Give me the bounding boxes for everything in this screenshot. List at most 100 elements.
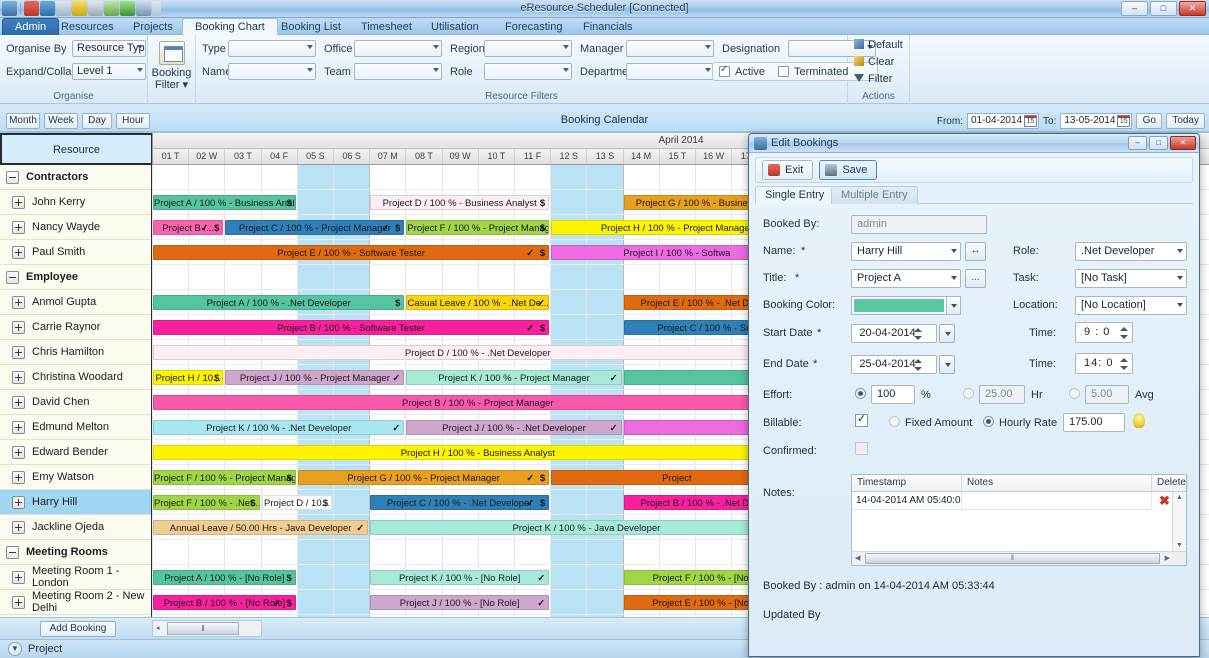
horizontal-scrollbar[interactable]: ◂ ‖ <box>152 620 262 637</box>
spinner-icon[interactable] <box>1120 326 1128 340</box>
expand-icon[interactable] <box>12 570 25 584</box>
title-combo[interactable]: Project A <box>851 269 961 288</box>
billable-checkbox[interactable] <box>855 412 868 427</box>
expand-icon[interactable] <box>12 220 25 234</box>
resource-row[interactable]: Anmol Gupta <box>0 290 151 315</box>
ribbon-tab-forecasting[interactable]: Forecasting <box>492 18 575 35</box>
effort-percent-radio[interactable] <box>855 388 866 399</box>
fixed-amount-radio[interactable] <box>889 416 900 427</box>
ribbon-tab-resources[interactable]: Resources <box>48 18 127 35</box>
expand-icon[interactable] <box>12 370 25 384</box>
chevron-down-icon[interactable]: ▼ <box>8 642 22 656</box>
booking-bar[interactable]: Project J / 100 % - [No Role] ✓ <box>370 595 550 610</box>
resource-row[interactable]: Meeting Room 1 - London <box>0 565 151 590</box>
exit-button[interactable]: Exit <box>762 160 814 180</box>
hourly-rate-radio[interactable] <box>983 416 994 427</box>
booking-filter-button[interactable]: Booking Filter ▾ <box>148 41 195 91</box>
booking-bar[interactable]: Project J / 100 % - Project Manager ✓ <box>225 370 405 385</box>
title-picker-button[interactable]: ... <box>965 269 986 288</box>
office-combo[interactable] <box>354 40 442 57</box>
name-combo[interactable]: Harry Hill <box>851 242 961 261</box>
notes-vertical-scrollbar[interactable]: ▲ ▼ <box>1172 492 1186 551</box>
ribbon-tab-booking-list[interactable]: Booking List <box>268 18 354 35</box>
booking-bar[interactable]: Project A / 100 % - Business Anal... $ <box>153 195 296 210</box>
lightbulb-icon[interactable] <box>1133 413 1145 428</box>
booking-bar[interactable]: Project D / 10... $ <box>261 495 332 510</box>
expand-icon[interactable] <box>12 345 25 359</box>
expand-icon[interactable] <box>12 420 25 434</box>
booking-bar[interactable]: Project K / 100 % - Project Manager ✓ <box>406 370 622 385</box>
ribbon-tab-utilisation[interactable]: Utilisation <box>418 18 492 35</box>
scroll-left-arrow-icon[interactable]: ◂ <box>156 624 160 632</box>
resource-row[interactable]: Edward Bender <box>0 440 151 465</box>
resource-row[interactable]: Paul Smith <box>0 240 151 265</box>
effort-percent-field[interactable]: 100 <box>871 385 915 404</box>
booking-bar[interactable]: Project C / 100 % - Project Manager ✓ $ <box>225 220 405 235</box>
rate-field[interactable]: 175.00 <box>1063 413 1125 432</box>
end-date-field[interactable]: 25-04-2014 <box>851 355 937 374</box>
expand-icon[interactable] <box>12 395 25 409</box>
window-controls[interactable]: – □ ✕ <box>1121 1 1206 16</box>
type-combo[interactable] <box>228 40 316 57</box>
expand-icon[interactable] <box>12 470 25 484</box>
booking-bar[interactable]: Project J / 100 % - .Net Developer ✓ <box>406 420 622 435</box>
ribbon-tab-projects[interactable]: Projects <box>120 18 186 35</box>
team-combo[interactable] <box>354 63 442 80</box>
add-booking-button[interactable]: Add Booking <box>40 621 116 637</box>
booking-bar[interactable]: Project G / 100 % - Project Manager ✓ $ <box>297 470 550 485</box>
name-combo[interactable] <box>228 63 316 80</box>
calendar-icon[interactable]: 15 <box>1023 115 1037 127</box>
resource-row[interactable]: Carrie Raynor <box>0 315 151 340</box>
booking-bar[interactable]: Project E / 100 % - Software Tester ✓ $ <box>153 245 550 260</box>
expand-icon[interactable] <box>12 195 25 209</box>
end-time-field[interactable]: 14: 0 <box>1075 353 1133 374</box>
expand-icon[interactable] <box>12 495 25 509</box>
booking-bar[interactable]: Project B /... ✓ $ <box>153 220 224 235</box>
scroll-up-arrow-icon[interactable]: ▲ <box>1176 494 1183 501</box>
booking-bar[interactable]: Project F / 100 % - Project Manager $ <box>153 470 296 485</box>
resource-row[interactable]: Emy Watson <box>0 465 151 490</box>
start-date-field[interactable]: 20-04-2014 <box>851 324 937 343</box>
name-picker-button[interactable]: ↔ <box>965 242 986 261</box>
scrollbar-thumb[interactable]: ‖ <box>167 622 239 635</box>
delete-row-icon[interactable]: ✖ <box>1159 493 1170 509</box>
maximize-button[interactable]: □ <box>1150 1 1177 16</box>
organise-by-combo[interactable]: Resource Type <box>72 40 146 57</box>
collapse-icon[interactable] <box>6 270 19 284</box>
booking-bar[interactable]: Project A / 100 % - .Net Developer $ <box>153 295 405 310</box>
resource-row[interactable]: Edmund Melton <box>0 415 151 440</box>
expand-collapse-combo[interactable]: Level 1 <box>72 63 146 80</box>
calendar-icon[interactable]: 15 <box>1117 115 1131 127</box>
confirmed-checkbox[interactable] <box>855 442 868 455</box>
today-button[interactable]: Today <box>1166 113 1205 129</box>
department-combo[interactable] <box>626 63 714 80</box>
from-date-input[interactable]: 01-04-2014 15 <box>966 113 1039 129</box>
booking-bar[interactable]: Project K / 100 % - .Net Developer ✓ <box>153 420 405 435</box>
booking-bar[interactable]: Project K / 100 % - Java Developer <box>370 520 803 535</box>
tab-multiple-entry[interactable]: Multiple Entry <box>831 186 918 204</box>
spinner-icon[interactable] <box>914 358 922 372</box>
collapse-icon[interactable] <box>6 170 19 184</box>
clear-action[interactable]: Clear <box>868 56 894 68</box>
resource-group-row[interactable]: Meeting Rooms <box>0 540 151 565</box>
tab-single-entry[interactable]: Single Entry <box>755 186 835 204</box>
scroll-down-arrow-icon[interactable]: ▼ <box>1176 542 1183 549</box>
expand-icon[interactable] <box>12 320 25 334</box>
active-checkbox[interactable] <box>719 64 730 77</box>
role-combo[interactable] <box>484 63 572 80</box>
notes-scrollbar-thumb[interactable]: ‖ <box>865 553 1160 564</box>
booking-bar[interactable]: Annual Leave / 50.00 Hrs - Java Develope… <box>153 520 369 535</box>
ribbon-tab-timesheet[interactable]: Timesheet <box>348 18 425 35</box>
booking-bar[interactable]: Project B / 100 % - Project Manager <box>153 395 803 410</box>
resource-group-row[interactable]: Employee <box>0 265 151 290</box>
ribbon-tab-financials[interactable]: Financials <box>570 18 646 35</box>
booking-color-picker[interactable] <box>851 296 961 315</box>
collapse-icon[interactable] <box>6 545 19 559</box>
effort-hours-radio[interactable] <box>963 388 974 399</box>
dialog-window-controls[interactable]: – □ ✕ <box>1128 136 1196 150</box>
task-combo[interactable]: [No Task] <box>1075 269 1187 288</box>
resource-row[interactable]: Harry Hill <box>0 490 151 515</box>
manager-combo[interactable] <box>626 40 714 57</box>
go-button[interactable]: Go <box>1136 113 1163 129</box>
notes-cell-note[interactable] <box>962 492 1152 510</box>
